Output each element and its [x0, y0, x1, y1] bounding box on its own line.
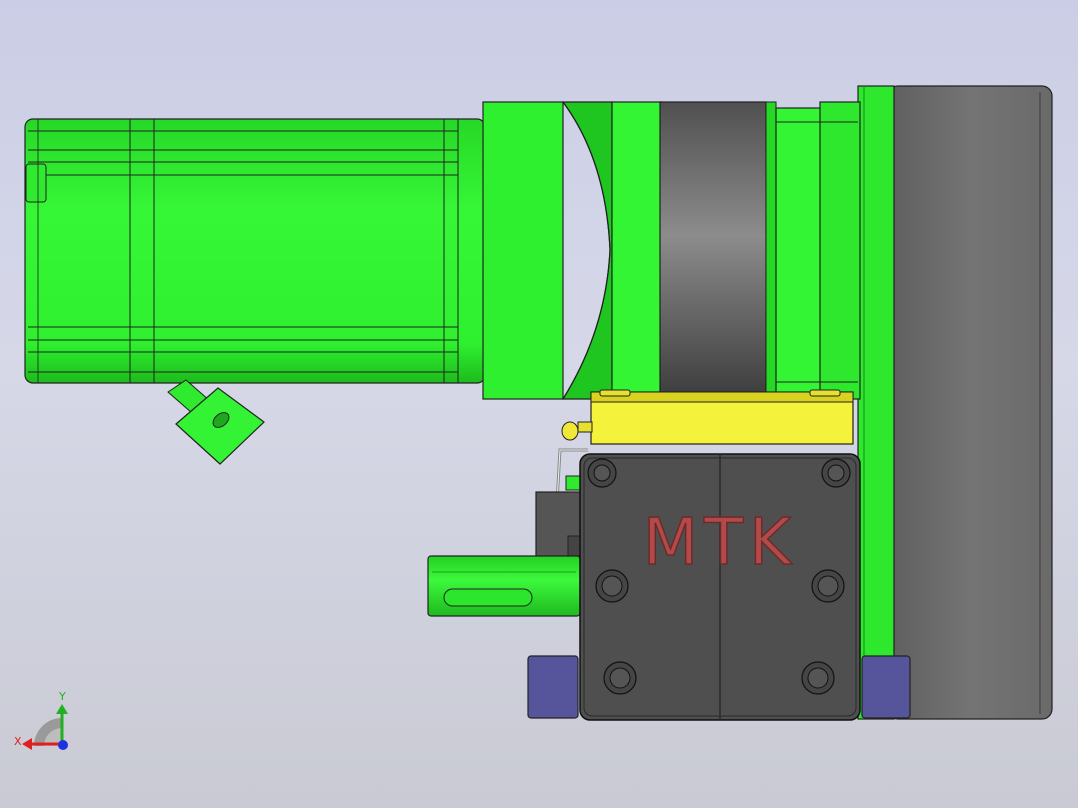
triad-y-arrow	[56, 704, 68, 714]
output-ring[interactable]	[765, 101, 861, 400]
coordinate-triad[interactable]: Y X	[14, 690, 68, 750]
graphics-viewport[interactable]: MTK Y X	[0, 0, 1078, 808]
yellow-clamp[interactable]	[561, 389, 854, 445]
gear-ring	[611, 101, 663, 400]
flange-body	[857, 85, 895, 720]
servo-motor[interactable]	[24, 118, 486, 384]
clamp-screw-left	[599, 389, 631, 397]
triad-x-arrow	[22, 738, 32, 750]
motor-housing	[24, 118, 486, 384]
ring-lip	[765, 101, 777, 400]
bolt-head	[807, 667, 829, 689]
adapter-curved-face	[561, 101, 613, 400]
cad-model-view[interactable]: MTK Y X	[0, 0, 1078, 808]
triad-x-label: X	[14, 735, 22, 748]
adapter-block	[482, 101, 564, 400]
ring-collar	[819, 101, 861, 400]
bolt-head	[827, 464, 845, 482]
plate-body	[887, 85, 1053, 720]
clamp-screw-right	[809, 389, 841, 397]
shaft-body	[427, 555, 581, 617]
bolt-head	[601, 575, 623, 597]
ring-body	[775, 107, 823, 394]
band-body	[659, 101, 767, 400]
foot-left	[527, 655, 579, 719]
bolt-head	[609, 667, 631, 689]
bolt-head	[593, 464, 611, 482]
gearbox-adapter[interactable]	[482, 101, 663, 400]
emboss-logo-text: MTK	[643, 506, 797, 580]
bolt-head	[817, 575, 839, 597]
grease-fitting-head	[561, 421, 579, 441]
gearbox-housing[interactable]: MTK	[579, 453, 861, 721]
output-shaft[interactable]	[427, 555, 581, 617]
cable-connector[interactable]	[167, 379, 265, 465]
foot-right	[861, 655, 911, 719]
flange-plate[interactable]	[857, 85, 895, 720]
triad-y-label: Y	[58, 690, 66, 703]
triad-z-axis	[58, 740, 68, 750]
shaft-keyway	[443, 588, 533, 607]
coupling-band[interactable]	[659, 101, 767, 400]
mounting-plate[interactable]	[887, 85, 1053, 720]
grease-fitting-stem	[577, 421, 593, 433]
motor-endcap-notch	[25, 163, 47, 203]
